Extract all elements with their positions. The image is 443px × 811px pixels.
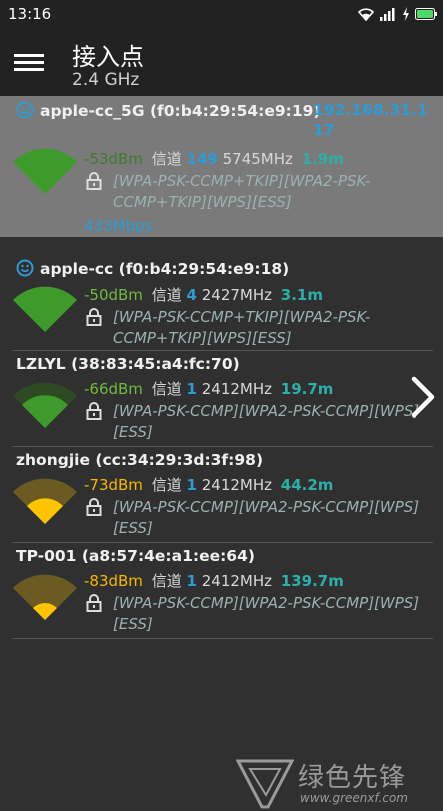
signal-strength-icon [13,574,77,620]
ap-name: apple-cc_5G (f0:b4:29:54:e9:19) [16,101,321,120]
signal-dbm: -50dBm [84,286,143,304]
signal-dbm: -53dBm [84,150,143,168]
status-time: 13:16 [8,5,52,23]
signal-dbm: -66dBm [84,380,143,398]
ap-metrics: -50dBm 信道 4 2427MHz 3.1m [84,284,323,305]
access-point-item[interactable]: apple-cc (f0:b4:29:54:e9:18) -50dBm 信道 4… [0,254,443,348]
watermark: 绿色先锋 www.greenxf.com [236,755,436,811]
watermark-text: 绿色先锋 [298,763,407,793]
frequency: 2412MHz [201,572,273,590]
watermark-logo-icon [236,759,294,809]
channel-number: 4 [186,286,197,304]
lock-icon [86,498,102,516]
charging-icon [403,7,409,21]
distance: 3.1m [280,286,323,304]
security-capabilities: [WPA-PSK-CCMP][WPA2-PSK-CCMP][WPS][ESS] [113,594,420,633]
access-point-item[interactable]: TP-001 (a8:57:4e:a1:ee:64) -83dBm 信道 1 2… [0,544,443,636]
ap-name: LZLYL (38:83:45:a4:fc:70) [16,355,240,373]
security-capabilities: [WPA-PSK-CCMP][WPA2-PSK-CCMP][WPS][ESS] [113,402,420,441]
ap-metrics: -83dBm 信道 1 2412MHz 139.7m [84,570,344,591]
channel-number: 1 [186,380,197,398]
divider [12,446,433,447]
signal-dbm: -73dBm [84,476,143,494]
access-point-item[interactable]: LZLYL (38:83:45:a4:fc:70) -66dBm 信道 1 24… [0,352,443,444]
ap-metrics: -66dBm 信道 1 2412MHz 19.7m [84,378,333,399]
distance: 1.9m [301,150,344,168]
frequency: 2412MHz [201,476,273,494]
divider [12,542,433,543]
ap-name: TP-001 (a8:57:4e:a1:ee:64) [16,547,255,565]
channel-label: 信道 [151,286,182,304]
signal-strength-icon [13,382,77,428]
cell-signal-icon [380,8,395,21]
lock-icon [86,594,102,612]
security-capabilities: [WPA-PSK-CCMP+TKIP][WPA2-PSK-CCMP+TKIP][… [113,172,371,211]
lock-icon [86,402,102,420]
ap-name-text: apple-cc (f0:b4:29:54:e9:18) [40,260,290,278]
page-title: 接入点 [72,43,144,71]
channel-label: 信道 [151,572,182,590]
channel-number: 149 [186,150,218,168]
band-subtitle: 2.4 GHz [72,70,140,90]
app-bar: 接入点 2.4 GHz [0,28,443,96]
security-capabilities: [WPA-PSK-CCMP+TKIP][WPA2-PSK-CCMP+TKIP][… [113,308,371,347]
ap-name: apple-cc (f0:b4:29:54:e9:18) [16,259,289,278]
access-point-item[interactable]: apple-cc_5G (f0:b4:29:54:e9:19) 192.168.… [0,96,443,237]
frequency: 2427MHz [201,286,273,304]
security-capabilities: [WPA-PSK-CCMP][WPA2-PSK-CCMP][WPS][ESS] [113,498,420,537]
frequency: 2412MHz [201,380,273,398]
status-icons [358,5,437,23]
signal-strength-icon [13,478,77,524]
smiley-icon [16,259,34,277]
menu-icon[interactable] [14,50,44,74]
divider [12,638,433,639]
battery-icon [415,8,437,20]
ip-address: 192.168.31.117 [313,101,428,139]
status-bar: 13:16 [0,0,443,28]
channel-label: 信道 [151,150,182,168]
channel-number: 1 [186,572,197,590]
wifi-status-icon [358,8,374,21]
lock-icon [86,308,102,326]
chevron-right-icon[interactable] [408,375,438,419]
distance: 19.7m [280,380,334,398]
ap-name-text: apple-cc_5G (f0:b4:29:54:e9:19) [40,102,321,120]
channel-label: 信道 [151,380,182,398]
watermark-url: www.greenxf.com [300,791,408,805]
divider [12,350,433,351]
smiley-icon [16,101,34,119]
ap-metrics: -73dBm 信道 1 2412MHz 44.2m [84,474,333,495]
channel-number: 1 [186,476,197,494]
ap-metrics: -53dBm 信道 149 5745MHz 1.9m [84,148,344,169]
frequency: 5745MHz [222,150,293,168]
signal-strength-icon [13,286,77,332]
link-speed: 433Mbps [84,217,153,235]
distance: 139.7m [280,572,344,590]
ap-name: zhongjie (cc:34:29:3d:3f:98) [16,451,264,469]
signal-strength-icon [13,148,77,194]
lock-icon [86,172,102,190]
signal-dbm: -83dBm [84,572,143,590]
access-point-item[interactable]: zhongjie (cc:34:29:3d:3f:98) -73dBm 信道 1… [0,448,443,540]
channel-label: 信道 [151,476,182,494]
distance: 44.2m [280,476,334,494]
